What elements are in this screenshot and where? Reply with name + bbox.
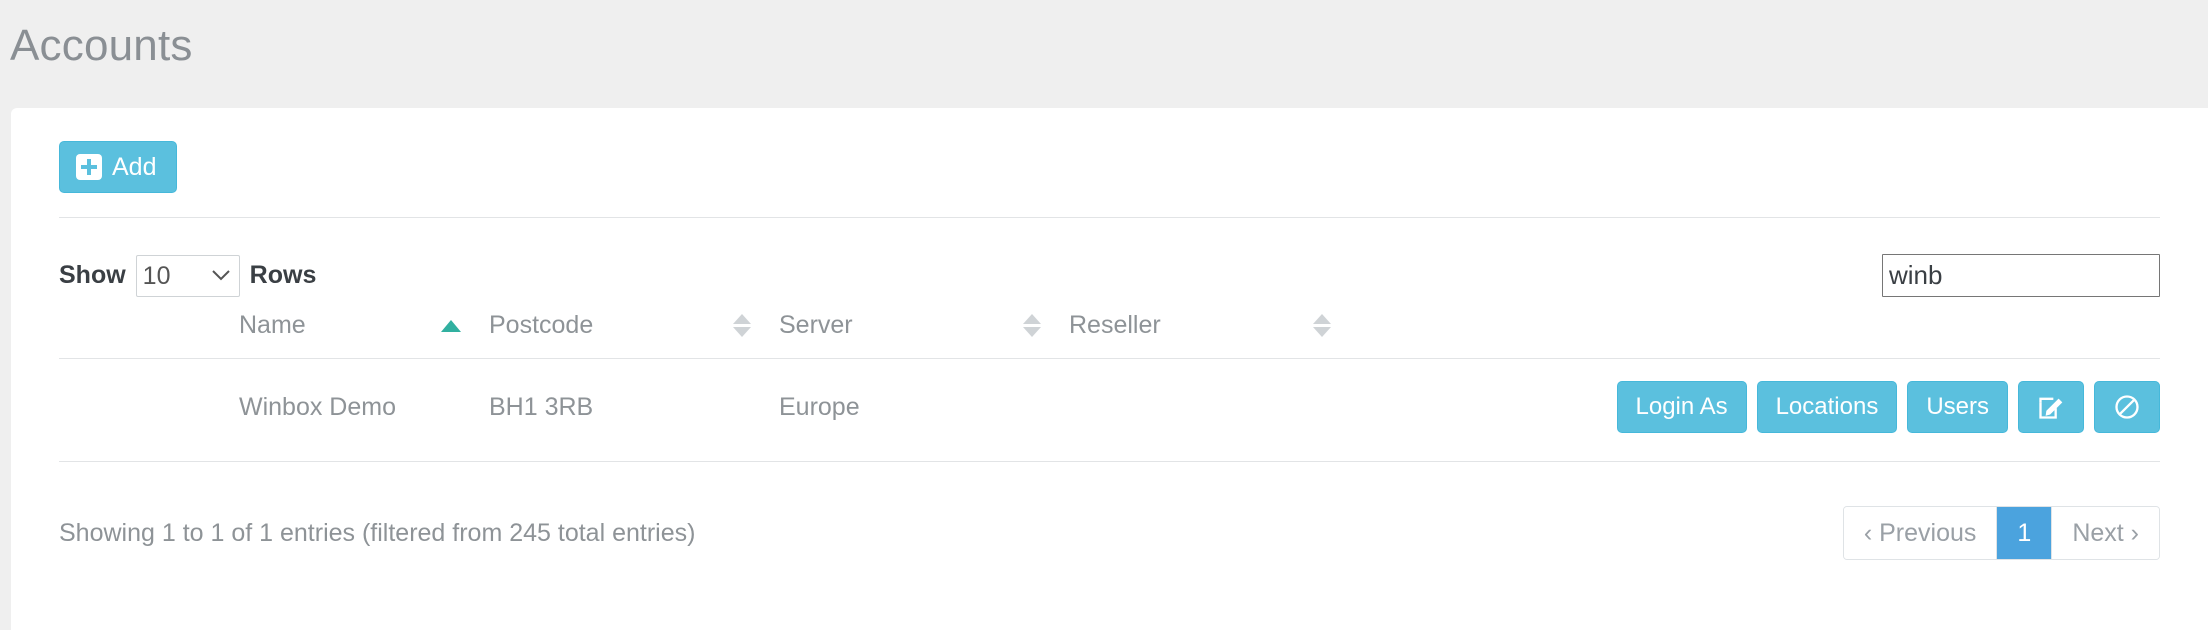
column-label-server: Server bbox=[779, 311, 853, 339]
table-header-row: Name Postcode Server Reseller bbox=[59, 311, 2160, 359]
sort-both-icon bbox=[1023, 314, 1041, 337]
cell-name: Winbox Demo bbox=[59, 358, 489, 462]
table-body: Winbox Demo BH1 3RB Europe Login As Loca… bbox=[59, 358, 2160, 462]
table-controls: Show 10 Rows bbox=[11, 218, 2208, 297]
page-length-select-wrap[interactable]: 10 bbox=[135, 254, 240, 297]
column-header-reseller[interactable]: Reseller bbox=[1069, 311, 1359, 359]
column-label-postcode: Postcode bbox=[489, 311, 594, 339]
table-footer: Showing 1 to 1 of 1 entries (filtered fr… bbox=[11, 462, 2208, 560]
column-label-reseller: Reseller bbox=[1069, 311, 1161, 339]
pagination-next[interactable]: Next › bbox=[2052, 507, 2159, 559]
add-button-label: Add bbox=[112, 152, 157, 181]
login-as-button-label: Login As bbox=[1635, 393, 1728, 420]
sort-asc-icon bbox=[441, 319, 461, 332]
accounts-table: Name Postcode Server Reseller Winbox Dem… bbox=[59, 311, 2160, 462]
pagination-previous[interactable]: ‹ Previous bbox=[1843, 507, 1998, 559]
pencil-square-icon bbox=[2039, 397, 2063, 419]
table-info: Showing 1 to 1 of 1 entries (filtered fr… bbox=[59, 518, 696, 547]
pagination-page-1[interactable]: 1 bbox=[1997, 507, 2053, 559]
cell-server: Europe bbox=[779, 358, 1069, 462]
page-length-control: Show 10 Rows bbox=[59, 254, 317, 297]
cell-postcode: BH1 3RB bbox=[489, 358, 779, 462]
rows-label: Rows bbox=[249, 261, 317, 289]
login-as-button[interactable]: Login As bbox=[1616, 381, 1747, 433]
column-header-actions bbox=[1359, 311, 2160, 359]
cell-actions: Login As Locations Users bbox=[1359, 358, 2160, 462]
column-label-name: Name bbox=[239, 311, 306, 339]
disable-button[interactable] bbox=[2094, 381, 2160, 433]
table-head: Name Postcode Server Reseller bbox=[59, 311, 2160, 359]
sort-both-icon bbox=[1313, 314, 1331, 337]
show-label: Show bbox=[59, 261, 126, 289]
page-header: Accounts bbox=[0, 0, 2208, 108]
page-title: Accounts bbox=[10, 21, 193, 70]
table-row: Winbox Demo BH1 3RB Europe Login As Loca… bbox=[59, 358, 2160, 462]
edit-button[interactable] bbox=[2018, 381, 2084, 433]
content-panel: Add Show 10 Rows Name bbox=[11, 108, 2208, 630]
cell-reseller bbox=[1069, 358, 1359, 462]
sort-both-icon bbox=[733, 314, 751, 337]
locations-button[interactable]: Locations bbox=[1756, 381, 1898, 433]
users-button[interactable]: Users bbox=[1907, 381, 2008, 433]
row-action-group: Login As Locations Users bbox=[1359, 381, 2160, 433]
column-header-postcode[interactable]: Postcode bbox=[489, 311, 779, 359]
search-input[interactable] bbox=[1882, 254, 2160, 297]
users-button-label: Users bbox=[1926, 393, 1989, 420]
page-length-select[interactable]: 10 bbox=[135, 254, 240, 297]
column-header-name[interactable]: Name bbox=[59, 311, 489, 359]
pagination: ‹ Previous 1 Next › bbox=[1842, 506, 2160, 560]
ban-icon bbox=[2115, 395, 2139, 419]
add-button[interactable]: Add bbox=[59, 141, 178, 193]
column-header-server[interactable]: Server bbox=[779, 311, 1069, 359]
plus-square-icon bbox=[76, 154, 102, 180]
locations-button-label: Locations bbox=[1775, 393, 1879, 420]
toolbar: Add bbox=[11, 108, 2208, 193]
